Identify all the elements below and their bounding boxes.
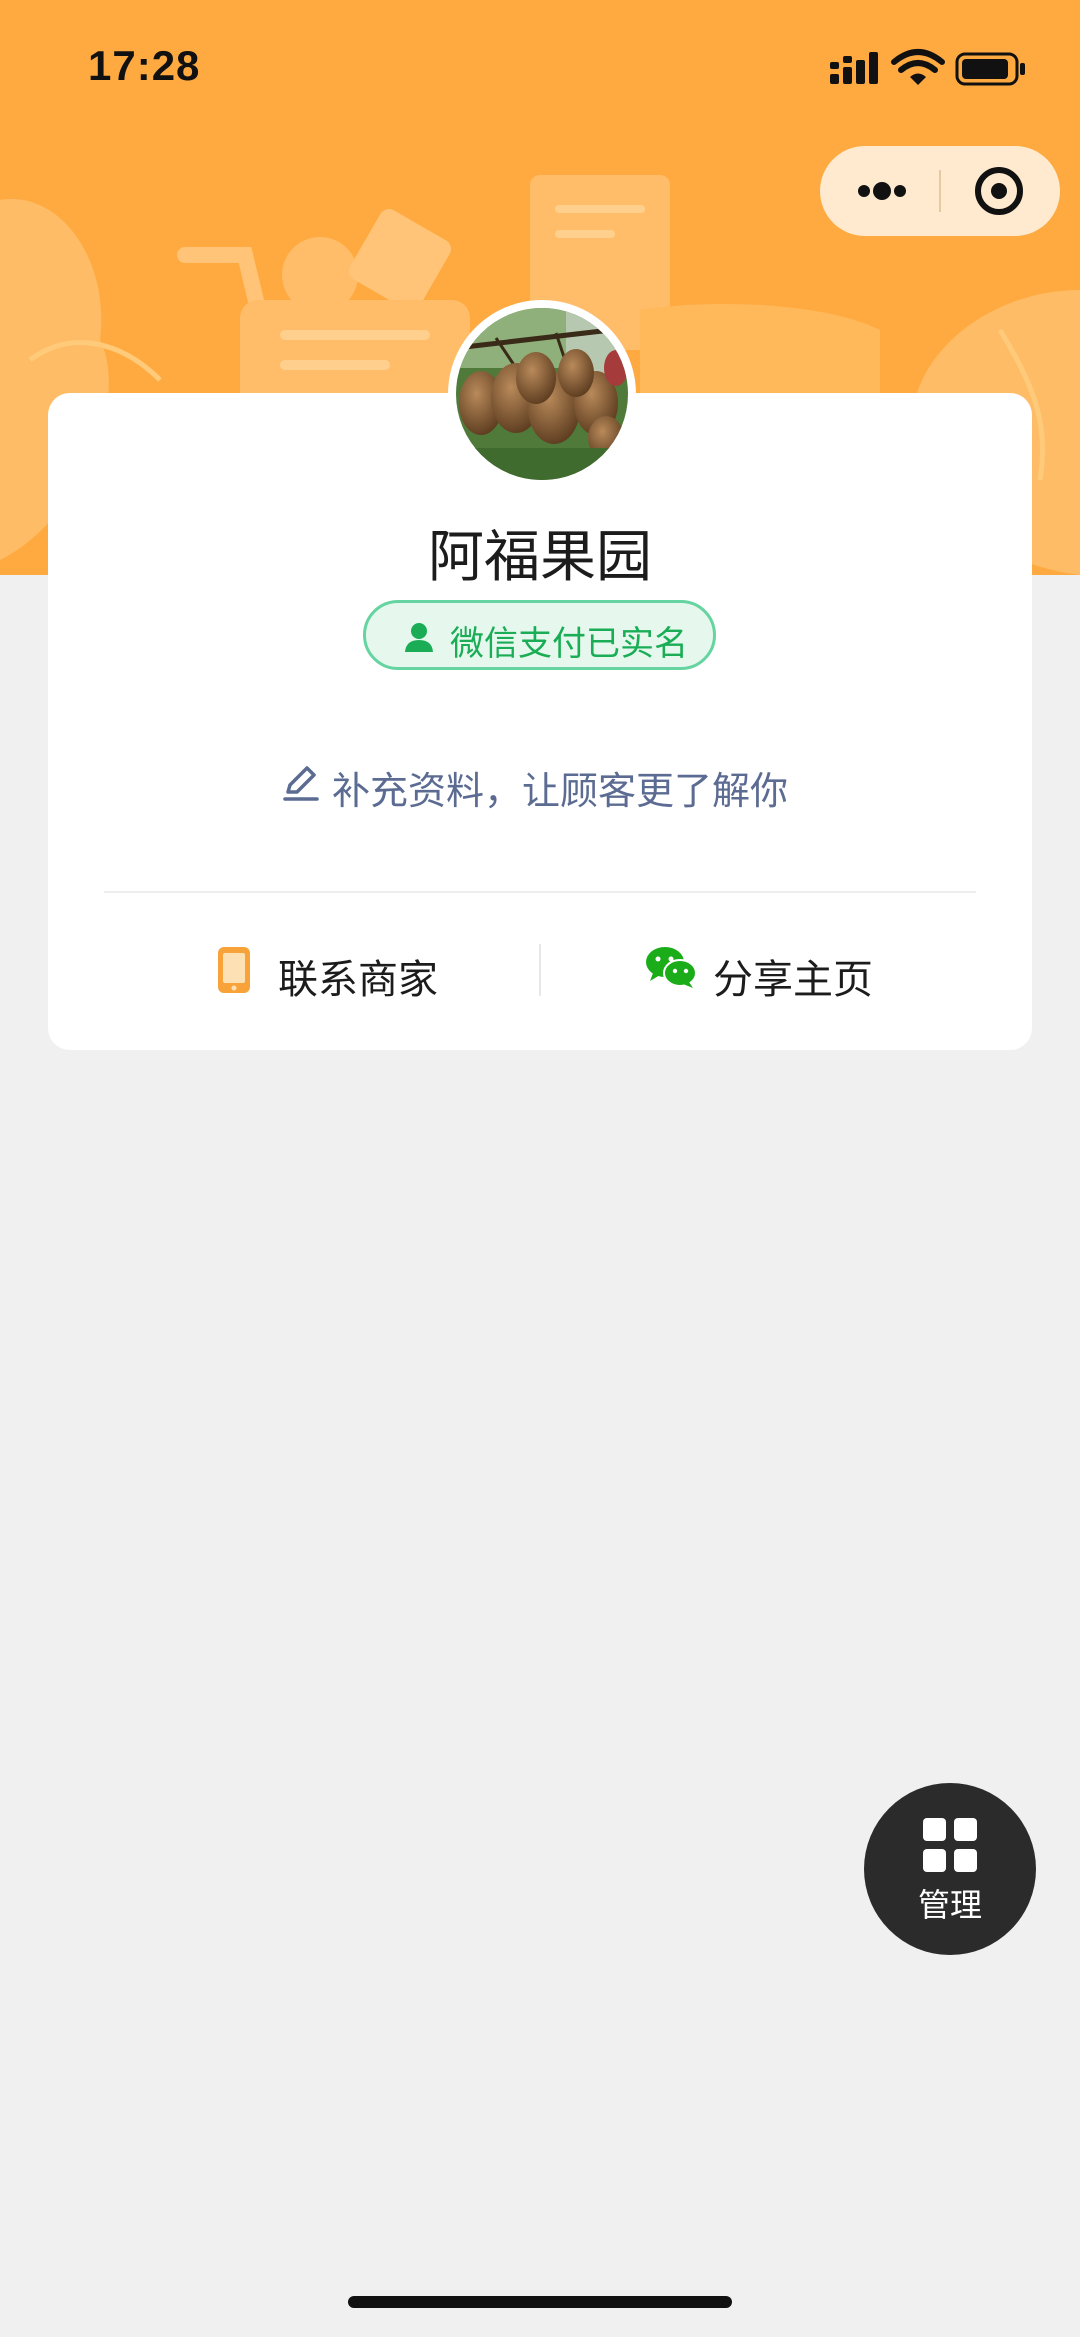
signal-icon xyxy=(830,52,878,84)
home-indicator[interactable] xyxy=(348,2296,732,2308)
card-divider xyxy=(104,891,976,893)
miniprogram-capsule xyxy=(820,146,1060,236)
more-icon xyxy=(858,182,906,200)
phone-icon xyxy=(218,947,250,993)
supplement-text: 补充资料，让顾客更了解你 xyxy=(332,769,789,813)
status-bar: 17:28 xyxy=(0,0,1080,130)
verified-badge[interactable]: 微信支付已实名 xyxy=(363,600,716,670)
status-time: 17:28 xyxy=(88,42,201,89)
grid-icon xyxy=(923,1818,977,1872)
contact-merchant-label: 联系商家 xyxy=(278,957,438,1003)
wifi-icon xyxy=(891,49,945,85)
user-icon xyxy=(405,623,433,652)
store-name: 阿福果园 xyxy=(428,525,652,590)
edit-icon xyxy=(283,766,319,801)
manage-label: 管理 xyxy=(917,1886,982,1924)
avatar[interactable] xyxy=(448,300,636,488)
verified-label: 微信支付已实名 xyxy=(450,624,688,664)
manage-button[interactable]: 管理 xyxy=(864,1783,1036,1955)
more-button[interactable] xyxy=(820,146,939,236)
kiwi-fruit-photo xyxy=(456,308,628,480)
close-miniprogram-button[interactable] xyxy=(941,146,1060,236)
wechat-icon xyxy=(646,947,697,988)
close-miniprogram-icon xyxy=(975,167,1023,215)
battery-icon xyxy=(955,52,1025,86)
contact-merchant-button[interactable]: 联系商家 xyxy=(216,935,446,1005)
status-icons xyxy=(830,48,1030,88)
share-homepage-button[interactable]: 分享主页 xyxy=(645,935,885,1005)
action-separator xyxy=(539,944,541,996)
share-homepage-label: 分享主页 xyxy=(713,957,873,1003)
